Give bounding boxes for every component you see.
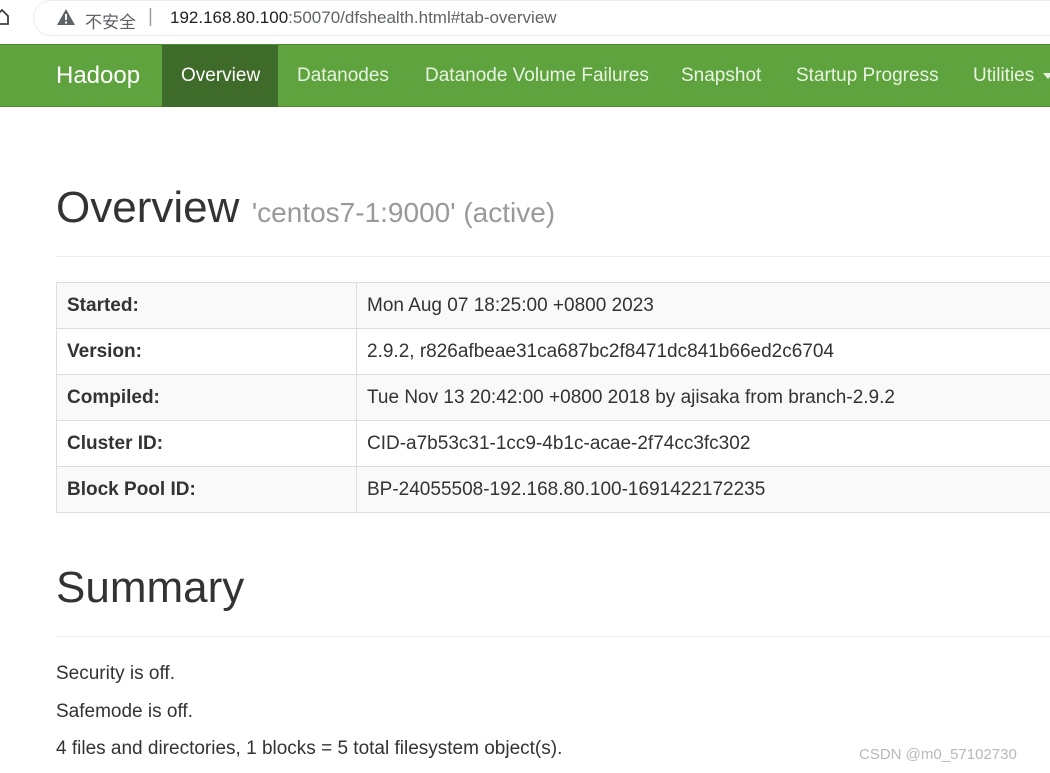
table-row: Version: 2.9.2, r826afbeae31ca687bc2f847… [56,328,1050,375]
row-value: Mon Aug 07 18:25:00 +0800 2023 [356,282,1050,329]
navbar-brand[interactable]: Hadoop [56,62,140,90]
hadoop-navbar: Hadoop Overview Datanodes Datanode Volum… [0,44,1050,107]
not-secure-label[interactable]: 不安全 [85,8,136,33]
url-path: :50070/dfshealth.html#tab-overview [288,8,557,27]
summary-title: Summary [56,563,245,612]
url-host: 192.168.80.100 [170,8,289,27]
csdn-watermark: CSDN @m0_57102730 [859,746,1017,763]
row-key: Block Pool ID: [56,466,357,513]
row-key: Version: [56,328,357,375]
nav-tab-utilities[interactable]: Utilities [954,45,1050,107]
namenode-address: 'centos7-1:9000' (active) [251,197,556,228]
table-row: Block Pool ID: BP-24055508-192.168.80.10… [56,466,1050,513]
home-icon[interactable] [0,8,10,26]
nav-tab-datanode-volume-failures[interactable]: Datanode Volume Failures [406,45,668,107]
nav-tab-overview[interactable]: Overview [162,45,278,107]
nav-tab-datanodes[interactable]: Datanodes [278,45,408,107]
utilities-dropdown-caret-icon[interactable] [1043,73,1050,79]
row-key: Started: [56,282,357,329]
row-key: Compiled: [56,374,357,421]
safemode-status: Safemode is off. [56,701,193,722]
nav-tab-snapshot[interactable]: Snapshot [662,45,780,107]
overview-header: Overview 'centos7-1:9000' (active) [56,183,555,233]
overview-title: Overview [56,183,240,232]
row-value: 2.9.2, r826afbeae31ca687bc2f8471dc841b66… [356,328,1050,375]
table-row: Compiled: Tue Nov 13 20:42:00 +0800 2018… [56,374,1050,421]
url-text[interactable]: 192.168.80.100:50070/dfshealth.html#tab-… [170,8,557,28]
nav-tab-startup-progress[interactable]: Startup Progress [777,45,958,107]
not-secure-warning-icon[interactable] [56,8,76,26]
divider [56,256,1050,257]
row-value: BP-24055508-192.168.80.100-1691422172235 [356,466,1050,513]
security-status: Security is off. [56,663,175,684]
url-separator: | [148,6,153,27]
browser-address-bar: 不安全 | 192.168.80.100:50070/dfshealth.htm… [0,0,1050,42]
row-key: Cluster ID: [56,420,357,467]
row-value: CID-a7b53c31-1cc9-4b1c-acae-2f74cc3fc302 [356,420,1050,467]
table-row: Cluster ID: CID-a7b53c31-1cc9-4b1c-acae-… [56,420,1050,467]
overview-info-table: Started: Mon Aug 07 18:25:00 +0800 2023 … [56,282,1050,513]
filesystem-objects-summary: 4 files and directories, 1 blocks = 5 to… [56,738,563,759]
divider [56,636,1050,637]
row-value: Tue Nov 13 20:42:00 +0800 2018 by ajisak… [356,374,1050,421]
table-row: Started: Mon Aug 07 18:25:00 +0800 2023 [56,282,1050,329]
